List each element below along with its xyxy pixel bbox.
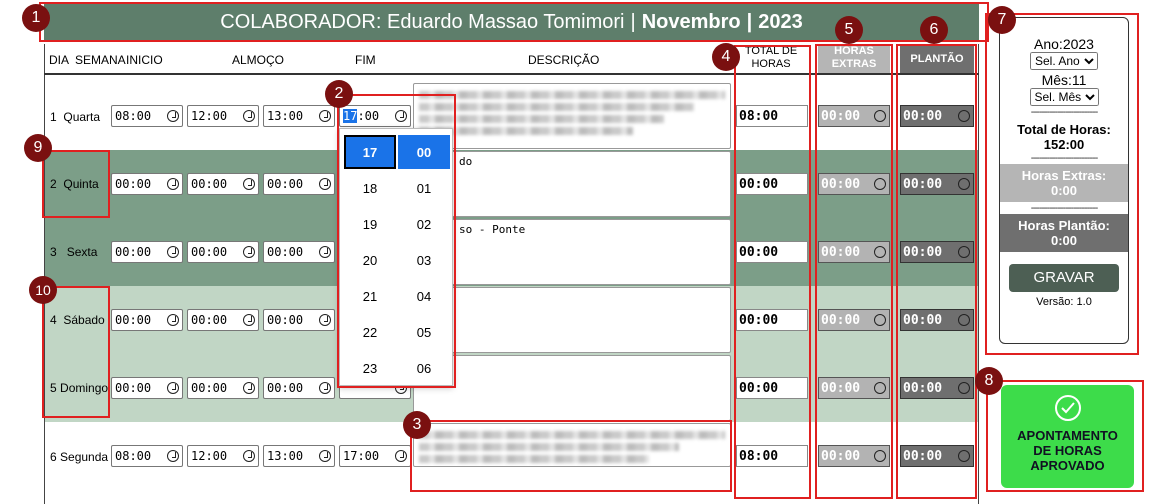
almoco-input[interactable]: 12:00	[187, 445, 259, 467]
clock-icon	[319, 178, 331, 190]
almoco-fim-input[interactable]: 00:00	[263, 241, 335, 263]
redacted-text	[419, 91, 725, 99]
clock-icon	[243, 178, 255, 190]
day-number: 1	[50, 109, 57, 124]
inicio-input[interactable]: 08:00	[111, 105, 183, 127]
annotation-box-4	[734, 45, 811, 499]
annotation-box-5	[815, 44, 893, 499]
badge-2: 2	[325, 80, 353, 108]
annotation-box-8	[986, 380, 1144, 492]
clock-icon	[395, 450, 407, 462]
clock-icon	[319, 382, 331, 394]
almoco-input[interactable]: 00:00	[187, 241, 259, 263]
inicio-input[interactable]: 00:00	[111, 377, 183, 399]
description-textarea[interactable]: do	[413, 151, 731, 217]
badge-10: 10	[29, 276, 57, 304]
annotation-box-9	[42, 150, 110, 218]
almoco-fim-input[interactable]: 00:00	[263, 377, 335, 399]
almoco-input[interactable]: 12:00	[187, 105, 259, 127]
badge-1: 1	[22, 4, 50, 32]
col-dia: DIA	[49, 53, 70, 67]
badge-8: 8	[975, 367, 1003, 395]
col-semana: SEMANA	[75, 53, 126, 67]
inicio-input[interactable]: 00:00	[111, 309, 183, 331]
col-descricao: DESCRIÇÃO	[528, 53, 600, 67]
inicio-input[interactable]: 00:00	[111, 173, 183, 195]
almoco-input[interactable]: 00:00	[187, 309, 259, 331]
description-textarea[interactable]	[413, 287, 731, 353]
clock-icon	[243, 450, 255, 462]
clock-icon	[243, 246, 255, 258]
clock-icon	[167, 314, 179, 326]
annotation-box-3	[410, 420, 732, 492]
clock-icon	[243, 110, 255, 122]
badge-9: 9	[24, 134, 52, 162]
clock-icon	[319, 110, 331, 122]
description-textarea[interactable]	[413, 355, 731, 421]
badge-4: 4	[712, 43, 740, 71]
badge-6: 6	[920, 16, 948, 44]
annotation-box-10	[42, 286, 110, 418]
col-almoco: ALMOÇO	[232, 53, 285, 67]
badge-5: 5	[835, 16, 863, 44]
weekday: Segunda	[60, 450, 109, 464]
fim-input[interactable]: 17:00	[339, 445, 411, 467]
clock-icon	[319, 246, 331, 258]
annotation-box-7	[985, 13, 1139, 355]
badge-7: 7	[988, 6, 1016, 34]
annotation-box-2	[337, 94, 456, 388]
almoco-input[interactable]: 00:00	[187, 377, 259, 399]
inicio-input[interactable]: 08:00	[111, 445, 183, 467]
clock-icon	[319, 314, 331, 326]
almoco-fim-input[interactable]: 00:00	[263, 173, 335, 195]
almoco-fim-input[interactable]: 13:00	[263, 445, 335, 467]
clock-icon	[167, 450, 179, 462]
annotation-box-6	[896, 44, 977, 499]
clock-icon	[243, 382, 255, 394]
almoco-input[interactable]: 00:00	[187, 173, 259, 195]
inicio-input[interactable]: 00:00	[111, 241, 183, 263]
clock-icon	[243, 314, 255, 326]
clock-icon	[319, 450, 331, 462]
almoco-fim-input[interactable]: 00:00	[263, 309, 335, 331]
clock-icon	[167, 178, 179, 190]
weekday: Quarta	[63, 109, 101, 124]
col-fim: FIM	[355, 53, 376, 67]
col-inicio: INICIO	[126, 53, 163, 67]
description-textarea[interactable]: so - Ponte	[413, 219, 731, 285]
description-textarea[interactable]	[413, 83, 731, 149]
badge-3: 3	[403, 411, 431, 439]
almoco-fim-input[interactable]: 13:00	[263, 105, 335, 127]
clock-icon	[167, 246, 179, 258]
clock-icon	[167, 110, 179, 122]
weekday: Sexta	[66, 245, 98, 259]
clock-icon	[167, 382, 179, 394]
